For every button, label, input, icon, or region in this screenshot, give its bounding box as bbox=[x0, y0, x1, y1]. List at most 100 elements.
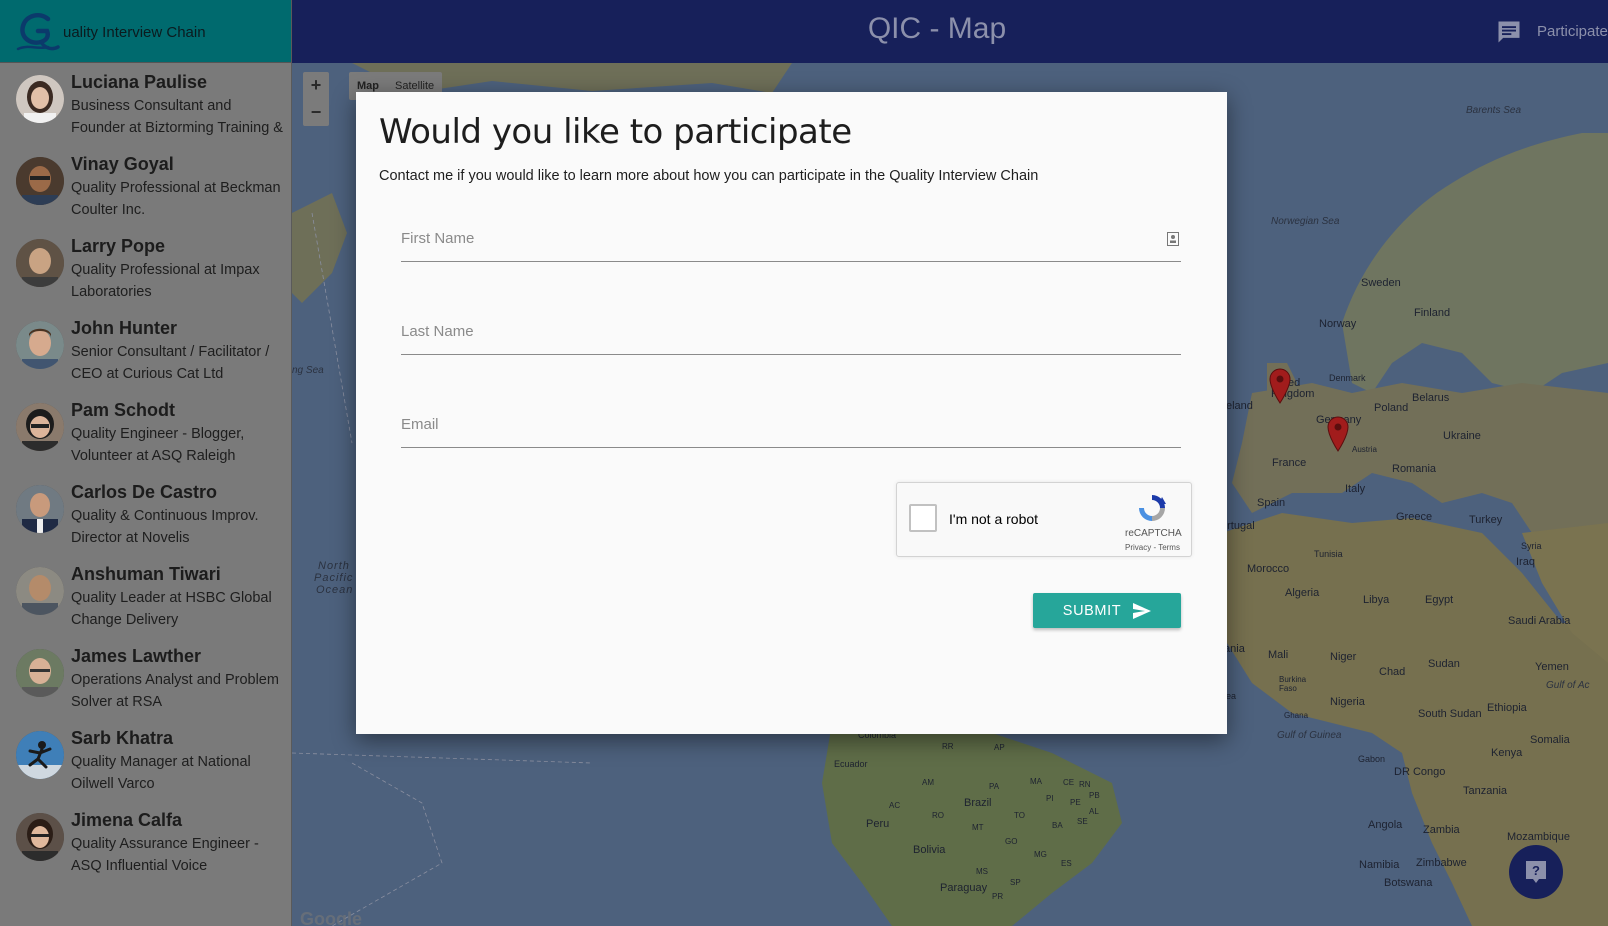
help-button[interactable]: ? bbox=[1509, 845, 1563, 899]
submit-label: SUBMIT bbox=[1062, 602, 1122, 619]
recaptcha-links[interactable]: Privacy - Terms bbox=[1125, 543, 1180, 552]
map-label: Peru bbox=[866, 818, 890, 830]
person-name: Carlos De Castro bbox=[71, 482, 218, 502]
map-marker-icon[interactable] bbox=[1327, 416, 1349, 452]
map-label: AC bbox=[889, 801, 901, 810]
map-label: Burkina Faso bbox=[1279, 675, 1307, 693]
map-label: ng Sea bbox=[292, 365, 324, 376]
last-name-input[interactable] bbox=[401, 315, 1181, 340]
map-label: Bolivia bbox=[913, 844, 946, 856]
avatar bbox=[16, 649, 64, 697]
person-title: Quality Assurance Engineer - ASQ Influen… bbox=[71, 836, 259, 874]
map-label: eland bbox=[1226, 400, 1253, 412]
avatar bbox=[16, 239, 64, 287]
map-label: BA bbox=[1052, 821, 1063, 830]
map-label: Ecuador bbox=[834, 759, 868, 769]
avatar bbox=[16, 403, 64, 451]
email-field bbox=[401, 408, 1181, 448]
map-label: Barents Sea bbox=[1466, 105, 1522, 116]
chat-icon bbox=[1498, 21, 1520, 42]
map-label: Angola bbox=[1368, 819, 1403, 831]
person-item[interactable]: Luciana Paulise Business Consultant and … bbox=[0, 63, 291, 145]
map-label: Niger bbox=[1330, 651, 1357, 663]
person-title: Quality Professional at Impax Laboratori… bbox=[71, 262, 260, 300]
dialog-description: Contact me if you would like to learn mo… bbox=[379, 168, 1039, 184]
map-label: Austria bbox=[1352, 445, 1377, 454]
person-item[interactable]: Pam Schodt Quality Engineer - Blogger, V… bbox=[0, 391, 291, 473]
participate-button[interactable]: Participate bbox=[1495, 0, 1608, 63]
avatar bbox=[16, 157, 64, 205]
map-label: Botswana bbox=[1384, 877, 1433, 889]
recaptcha-checkbox[interactable] bbox=[909, 504, 937, 532]
map-label: Algeria bbox=[1285, 587, 1320, 599]
map-label: GO bbox=[1005, 837, 1018, 846]
map-label: Yemen bbox=[1535, 661, 1569, 673]
map-type-satellite[interactable]: Satellite bbox=[387, 80, 442, 92]
svg-text:?: ? bbox=[1532, 863, 1540, 878]
map-label: Tunisia bbox=[1314, 549, 1343, 559]
person-name: Pam Schodt bbox=[71, 400, 176, 420]
sidebar: uality Interview Chain Luciana Paulise B… bbox=[0, 0, 292, 926]
person-item[interactable]: Anshuman Tiwari Quality Leader at HSBC G… bbox=[0, 555, 291, 637]
zoom-out-button[interactable]: − bbox=[303, 99, 329, 126]
contact-card-icon[interactable] bbox=[1167, 232, 1179, 246]
map-label: Spain bbox=[1257, 497, 1286, 509]
map-label: Kenya bbox=[1491, 747, 1523, 759]
avatar bbox=[16, 813, 64, 861]
zoom-in-button[interactable]: + bbox=[303, 72, 329, 99]
map-label: ES bbox=[1061, 859, 1072, 868]
map-label: France bbox=[1272, 457, 1307, 469]
map-label: PE bbox=[1070, 798, 1081, 807]
map-label: Sudan bbox=[1428, 658, 1460, 670]
google-logo[interactable]: Google bbox=[300, 909, 362, 926]
person-item[interactable]: Larry Pope Quality Professional at Impax… bbox=[0, 227, 291, 309]
map-label: Chad bbox=[1379, 666, 1406, 678]
person-name: Jimena Calfa bbox=[71, 810, 183, 830]
person-item[interactable]: Sarb Khatra Quality Manager at National … bbox=[0, 719, 291, 801]
map-label: MT bbox=[972, 823, 984, 832]
qic-logo[interactable] bbox=[14, 9, 66, 53]
map-label: MG bbox=[1034, 850, 1047, 859]
map-label: Nigeria bbox=[1330, 696, 1365, 708]
map-marker-icon[interactable] bbox=[1269, 368, 1291, 404]
email-input[interactable] bbox=[401, 408, 1181, 433]
sidebar-header[interactable]: uality Interview Chain bbox=[0, 0, 291, 63]
map-label: Pacific bbox=[314, 572, 354, 584]
participate-label: Participate bbox=[1537, 23, 1608, 40]
map-label: Sweden bbox=[1361, 277, 1401, 289]
person-name: John Hunter bbox=[71, 318, 177, 338]
map-label: Tanzania bbox=[1463, 785, 1508, 797]
avatar bbox=[16, 731, 64, 779]
person-item[interactable]: Carlos De Castro Quality & Continuous Im… bbox=[0, 473, 291, 555]
map-label: Iraq bbox=[1516, 556, 1535, 568]
person-name: Larry Pope bbox=[71, 236, 166, 256]
person-item[interactable]: James Lawther Operations Analyst and Pro… bbox=[0, 637, 291, 719]
map-label: RR bbox=[942, 742, 954, 751]
map-label: Morocco bbox=[1247, 563, 1290, 575]
participate-dialog: Would you like to participate Contact me… bbox=[356, 92, 1227, 734]
person-item[interactable]: Jimena Calfa Quality Assurance Engineer … bbox=[0, 801, 291, 883]
person-title: Quality Engineer - Blogger, Volunteer at… bbox=[71, 426, 245, 464]
top-app-bar: QIC - Map Participate bbox=[292, 0, 1608, 63]
map-label: Gulf of Ac bbox=[1546, 680, 1590, 691]
person-title: Quality & Continuous Improv. Director at… bbox=[71, 508, 259, 546]
avatar bbox=[16, 75, 64, 123]
map-label: SP bbox=[1010, 878, 1021, 887]
person-item[interactable]: John Hunter Senior Consultant / Facilita… bbox=[0, 309, 291, 391]
submit-button[interactable]: SUBMIT bbox=[1033, 593, 1181, 628]
person-title: Quality Leader at HSBC Global Change Del… bbox=[71, 590, 272, 628]
map-label: PI bbox=[1046, 794, 1054, 803]
map-label: Somalia bbox=[1530, 734, 1570, 746]
person-item[interactable]: Vinay Goyal Quality Professional at Beck… bbox=[0, 145, 291, 227]
map-label: Turkey bbox=[1469, 514, 1503, 526]
map-label: DR Congo bbox=[1394, 766, 1446, 778]
map-label: Saudi Arabia bbox=[1508, 615, 1571, 627]
recaptcha-label: I'm not a robot bbox=[949, 511, 1039, 527]
map-label: AL bbox=[1089, 807, 1099, 816]
map-label: AM bbox=[922, 778, 934, 787]
map-type-map[interactable]: Map bbox=[349, 80, 387, 92]
person-title: Operations Analyst and Problem Solver at… bbox=[71, 672, 279, 710]
person-name: Vinay Goyal bbox=[71, 154, 174, 174]
first-name-input[interactable] bbox=[401, 222, 1181, 247]
map-label: RO bbox=[932, 811, 944, 820]
